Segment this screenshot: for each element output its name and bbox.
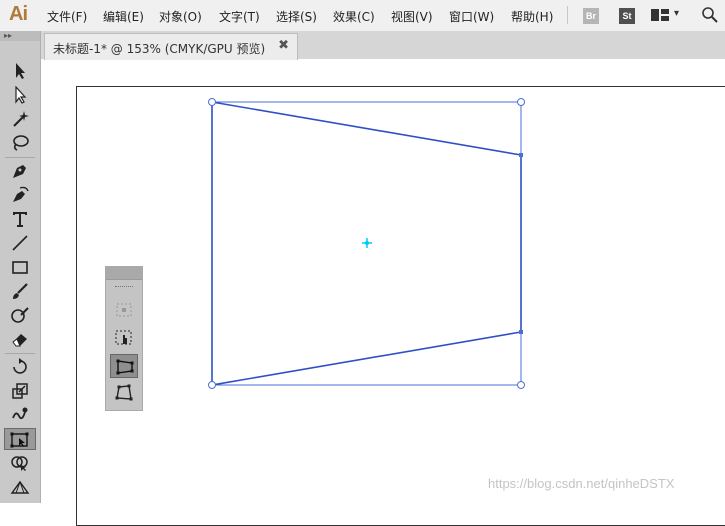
perspective-distort-tool[interactable] [110,354,138,378]
free-transform-flyout[interactable] [105,266,143,411]
hand-transform-icon [115,330,132,345]
corner-handle[interactable] [208,381,216,389]
constrain-icon [116,303,132,317]
anchor-point[interactable] [519,330,523,334]
canvas-overlay [208,98,525,389]
perspective-distort-icon [116,359,134,375]
corner-handle[interactable] [208,98,216,106]
flyout-header[interactable] [106,267,142,280]
corner-handle[interactable] [517,98,525,106]
center-point-icon[interactable] [362,238,372,248]
constrain-tool[interactable] [110,298,138,322]
free-distort-icon [115,384,133,401]
watermark: https://blog.csdn.net/qinheDSTX [488,476,675,491]
flyout-grip [115,286,133,289]
free-distort-tool[interactable] [110,381,138,405]
anchor-point[interactable] [519,153,523,157]
free-transform-sub-tool[interactable] [110,326,138,350]
corner-handle[interactable] [517,381,525,389]
